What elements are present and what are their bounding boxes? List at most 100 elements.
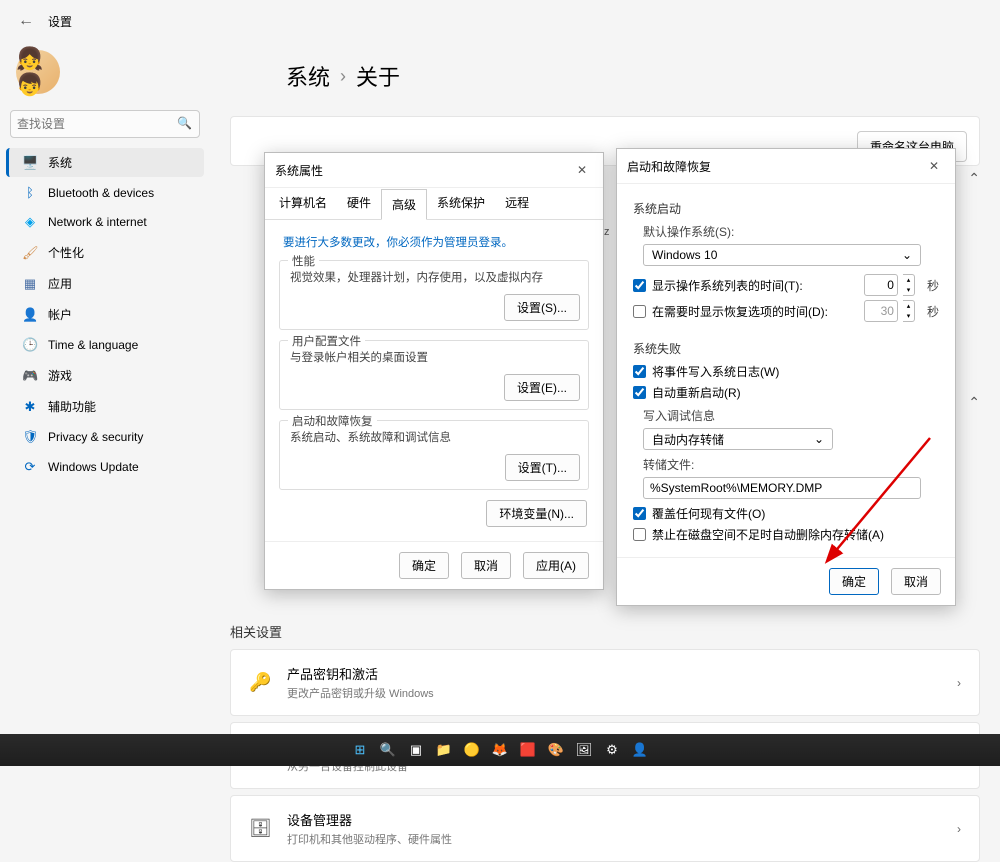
sidebar-icon: 🖌 — [22, 245, 38, 261]
write-event-label: 将事件写入系统日志(W) — [652, 363, 779, 380]
admin-note: 要进行大多数更改，你必须作为管理员登录。 — [283, 234, 589, 250]
sidebar-item-3[interactable]: 🖌个性化 — [6, 238, 204, 267]
sidebar-item-label: 应用 — [48, 275, 72, 292]
card-icon: 🗄 — [249, 818, 273, 839]
auto-restart-checkbox[interactable] — [633, 386, 646, 399]
breadcrumb-parent[interactable]: 系统 — [286, 60, 330, 92]
sidebar-icon: 🎮 — [22, 368, 38, 384]
header-title: 设置 — [48, 13, 72, 30]
related-card-0[interactable]: 🔑产品密钥和激活更改产品密钥或升级 Windows› — [230, 649, 980, 716]
dialog-title: 启动和故障恢复 — [627, 158, 711, 175]
card-icon: 🔑 — [249, 672, 273, 693]
file-explorer-icon[interactable]: 📁 — [434, 740, 454, 760]
task-view-icon[interactable]: ▣ — [406, 740, 426, 760]
dump-file-label: 转储文件: — [643, 456, 939, 473]
card-title: 产品密钥和激活 — [287, 664, 434, 683]
debug-info-label: 写入调试信息 — [643, 407, 939, 424]
display-os-list-checkbox[interactable] — [633, 279, 646, 292]
sidebar-item-8[interactable]: ✱ 辅助功能 — [6, 392, 204, 421]
tab-3[interactable]: 系统保护 — [427, 188, 495, 219]
firefox-icon[interactable]: 🦊 — [490, 740, 510, 760]
breadcrumb-current: 关于 — [356, 60, 400, 92]
group-settings-button-1[interactable]: 设置(E)... — [504, 374, 580, 401]
sidebar-item-1[interactable]: ᛒBluetooth & devices — [6, 179, 204, 206]
chevron-down-icon: ⌄ — [902, 248, 912, 262]
dump-file-value: %SystemRoot%\MEMORY.DMP — [650, 481, 822, 495]
display-recovery-checkbox[interactable] — [633, 305, 646, 318]
sidebar-item-label: 帐户 — [48, 306, 72, 323]
sidebar-item-10[interactable]: ⟳ Windows Update — [6, 453, 204, 481]
close-icon[interactable]: ✕ — [571, 161, 593, 179]
sidebar-icon: ⟳ — [22, 459, 38, 475]
app-icon[interactable]: 🟥 — [518, 740, 538, 760]
ok-button[interactable]: 确定 — [399, 552, 449, 579]
sidebar-icon: 🕒 — [22, 337, 38, 353]
search-icon: 🔍 — [177, 116, 192, 130]
display-recovery-time-input: 30 — [864, 300, 898, 322]
search-icon[interactable]: 🔍 — [378, 740, 398, 760]
disable-auto-delete-label: 禁止在磁盘空间不足时自动删除内存转储(A) — [652, 526, 884, 543]
user-avatar[interactable]: 👧👦 — [16, 50, 60, 94]
sidebar-item-label: 游戏 — [48, 367, 72, 384]
group-settings-button-2[interactable]: 设置(T)... — [505, 454, 580, 481]
tab-0[interactable]: 计算机名 — [269, 188, 337, 219]
sidebar-item-label: Privacy & security — [48, 430, 143, 444]
sidebar-item-0[interactable]: 🖥️系统 — [6, 148, 204, 177]
spinner[interactable]: ▴▾ — [903, 274, 915, 296]
sidebar-icon: 🖥️ — [22, 155, 38, 171]
sidebar-item-7[interactable]: 🎮 游戏 — [6, 361, 204, 390]
taskbar[interactable]: ⊞ 🔍 ▣ 📁 🟡 🦊 🟥 🎨 🖼 ⚙ 👤 — [0, 734, 1000, 766]
sidebar-item-5[interactable]: 👤帐户 — [6, 300, 204, 329]
chrome-icon[interactable]: 🟡 — [462, 740, 482, 760]
sec-unit: 秒 — [927, 277, 939, 294]
display-os-time-input[interactable]: 0 — [864, 274, 898, 296]
group-title: 性能 — [288, 253, 319, 269]
sidebar-icon: ◈ — [22, 214, 38, 230]
chevron-up-icon[interactable]: ⌃ — [968, 394, 980, 411]
sidebar-item-label: Windows Update — [48, 460, 139, 474]
sidebar-item-label: 辅助功能 — [48, 398, 96, 415]
sidebar-item-9[interactable]: 🛡 Privacy & security — [6, 423, 204, 451]
debug-info-select[interactable]: 自动内存转储 ⌄ — [643, 428, 833, 450]
default-os-select[interactable]: Windows 10 ⌄ — [643, 244, 921, 266]
spinner: ▴▾ — [903, 300, 915, 322]
app-icon[interactable]: 👤 — [630, 740, 650, 760]
close-icon[interactable]: ✕ — [923, 157, 945, 175]
sidebar-item-6[interactable]: 🕒Time & language — [6, 331, 204, 359]
system-properties-dialog: 系统属性 ✕ 计算机名硬件高级系统保护远程 要进行大多数更改，你必须作为管理员登… — [264, 152, 604, 590]
dump-file-input[interactable]: %SystemRoot%\MEMORY.DMP — [643, 477, 921, 499]
write-event-checkbox[interactable] — [633, 365, 646, 378]
settings-icon[interactable]: ⚙ — [602, 740, 622, 760]
tab-2[interactable]: 高级 — [381, 189, 427, 220]
sidebar-item-label: Network & internet — [48, 215, 147, 229]
group-settings-button-0[interactable]: 设置(S)... — [504, 294, 580, 321]
cancel-button[interactable]: 取消 — [891, 568, 941, 595]
ok-button[interactable]: 确定 — [829, 568, 879, 595]
chevron-down-icon: ⌄ — [814, 432, 824, 446]
group-title: 启动和故障恢复 — [288, 413, 377, 429]
overwrite-checkbox[interactable] — [633, 507, 646, 520]
search-input[interactable] — [10, 110, 200, 138]
tab-4[interactable]: 远程 — [495, 188, 539, 219]
back-button[interactable]: ← — [18, 12, 34, 30]
paint-icon[interactable]: 🎨 — [546, 740, 566, 760]
disable-auto-delete-checkbox[interactable] — [633, 528, 646, 541]
sidebar-icon: ᛒ — [22, 185, 38, 200]
default-os-label: 默认操作系统(S): — [643, 223, 939, 240]
sidebar-item-4[interactable]: ▦ 应用 — [6, 269, 204, 298]
related-card-2[interactable]: 🗄设备管理器打印机和其他驱动程序、硬件属性› — [230, 795, 980, 862]
start-button[interactable]: ⊞ — [350, 740, 370, 760]
chevron-right-icon: › — [957, 822, 961, 836]
tab-1[interactable]: 硬件 — [337, 188, 381, 219]
card-subtitle: 打印机和其他驱动程序、硬件属性 — [287, 831, 452, 847]
photos-icon[interactable]: 🖼 — [574, 740, 594, 760]
apply-button[interactable]: 应用(A) — [523, 552, 589, 579]
env-vars-button[interactable]: 环境变量(N)... — [486, 500, 587, 527]
sidebar-icon: 🛡 — [22, 429, 38, 445]
sidebar-icon: ✱ — [22, 399, 38, 415]
chevron-up-icon[interactable]: ⌃ — [968, 170, 980, 187]
sidebar-item-2[interactable]: ◈ Network & internet — [6, 208, 204, 236]
breadcrumb: 系统 › 关于 — [286, 60, 980, 92]
cancel-button[interactable]: 取消 — [461, 552, 511, 579]
sidebar-icon: ▦ — [22, 276, 38, 292]
